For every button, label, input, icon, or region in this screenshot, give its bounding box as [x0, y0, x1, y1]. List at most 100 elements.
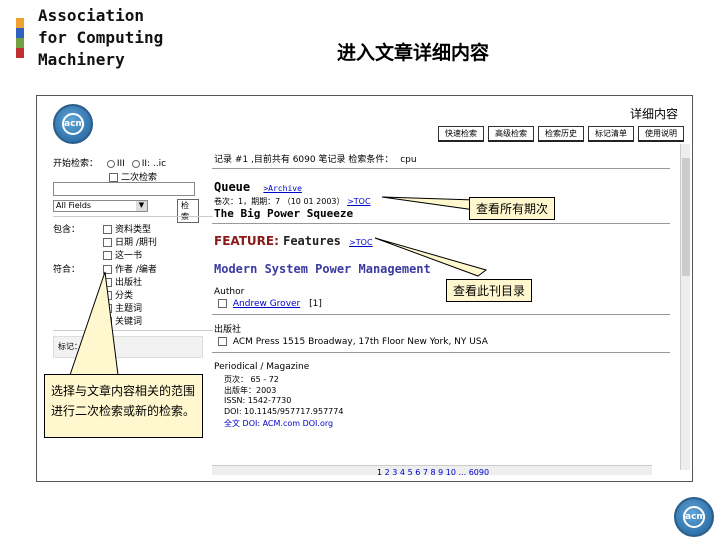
page-link[interactable]: 9: [438, 468, 443, 477]
field-select-value: All Fields: [56, 201, 92, 210]
author-row: Andrew Grover [1]: [218, 299, 322, 309]
include-item-label: 这一书: [115, 251, 143, 261]
second-search-checkbox[interactable]: [109, 173, 118, 182]
radio-option-a[interactable]: [106, 159, 115, 168]
match-item-label: 分类: [115, 291, 134, 301]
page-link[interactable]: 5: [408, 468, 413, 477]
feature-label: FEATURE:: [214, 234, 279, 248]
publisher-value: ACM Press 1515 Broadway, 17th Floor New …: [232, 337, 488, 347]
divider: [53, 216, 213, 217]
divider: [53, 330, 213, 331]
vertical-scrollbar[interactable]: [680, 144, 690, 470]
org-line: Association: [38, 6, 144, 25]
author-link[interactable]: Andrew Grover: [233, 299, 300, 309]
page-link[interactable]: 10: [446, 468, 456, 477]
page-link[interactable]: 8: [430, 468, 435, 477]
publisher-row: ACM Press 1515 Broadway, 17th Floor New …: [218, 337, 488, 347]
match-checkbox[interactable]: [103, 317, 112, 326]
tab-advanced-search[interactable]: 高级检索: [488, 126, 534, 142]
periodical-label: Periodical / Magazine: [214, 362, 310, 372]
callout-all-issues: 查看所有期次: [469, 197, 556, 220]
left-search-panel: 开始检索： III II: ..ic 二次检索 All Fields ▼ 检索 …: [51, 154, 213, 384]
include-item: 日期 /期刊: [103, 235, 157, 248]
org-line: for Computing: [38, 28, 164, 47]
full-text-line[interactable]: 全文 DOI: ACM.com DOI.org: [224, 418, 333, 429]
page-link-last[interactable]: 6090: [469, 468, 489, 477]
doi-line: DOI: 10.1145/957717.957774: [224, 407, 344, 416]
page-link[interactable]: 2: [385, 468, 390, 477]
acm-logo-icon: acm: [674, 497, 714, 537]
logo-text: acm: [62, 113, 85, 135]
tab-search-history[interactable]: 检索历史: [538, 126, 584, 142]
search-input[interactable]: [53, 182, 195, 196]
match-item: 主题词: [103, 301, 142, 314]
pages-line: 页次： 65 - 72: [224, 375, 279, 384]
match-checkbox[interactable]: [103, 291, 112, 300]
divider: [212, 352, 670, 353]
page-link[interactable]: 7: [423, 468, 428, 477]
include-label: 包含：: [53, 225, 81, 235]
tab-marked-list[interactable]: 标记清单: [588, 126, 634, 142]
org-line: Machinery: [38, 50, 125, 69]
match-item: 分类: [103, 288, 133, 301]
journal-name: Queue: [214, 180, 251, 194]
toc-link[interactable]: >TOC: [347, 197, 370, 206]
chevron-down-icon: ▼: [136, 201, 147, 211]
stripe-segment: [16, 28, 24, 38]
include-checkbox[interactable]: [103, 251, 112, 260]
detail-heading: 详细内容: [629, 107, 678, 121]
record-detail: 记录 #1 ,目前共有 6090 笔记录 检索条件： cpu Queue >Ar…: [212, 150, 677, 460]
include-checkbox[interactable]: [103, 238, 112, 247]
match-item: 关键词: [103, 314, 142, 327]
author-label: Author: [214, 287, 245, 297]
match-label: 符合：: [53, 265, 81, 275]
feature-toc-link[interactable]: >TOC: [349, 238, 372, 247]
publisher-checkbox[interactable]: [218, 337, 227, 346]
start-search-row: 开始检索： III II: ..ic: [53, 156, 166, 169]
issue-line: 卷次：1，期期：7 （10 01 2003） >TOC: [214, 196, 371, 207]
archive-link[interactable]: >Archive: [263, 184, 302, 193]
author-checkbox[interactable]: [218, 299, 227, 308]
mark-label: 标记：: [58, 342, 82, 351]
field-select[interactable]: All Fields ▼: [53, 200, 148, 212]
article-title: The Big Power Squeeze: [214, 207, 354, 220]
include-checkbox[interactable]: [103, 225, 112, 234]
page-link[interactable]: 1: [377, 468, 382, 477]
include-item-label: 日期 /期刊: [115, 238, 157, 248]
tab-help[interactable]: 使用说明: [638, 126, 684, 142]
callout-toc: 查看此刊目录: [446, 279, 533, 302]
feature-line: FEATURE: Features >TOC: [214, 234, 373, 248]
divider: [212, 223, 670, 224]
publisher-label: 出版社: [214, 325, 242, 335]
issn-line: ISSN: 1542-7730: [224, 396, 292, 405]
search-button[interactable]: 检索: [177, 199, 199, 223]
match-checkbox[interactable]: [103, 265, 112, 274]
tab-quick-search[interactable]: 快速检索: [438, 126, 484, 142]
feature-value: Features: [283, 234, 341, 248]
page-link[interactable]: 6: [415, 468, 420, 477]
result-summary: 记录 #1 ,目前共有 6090 笔记录 检索条件：: [214, 155, 394, 165]
page-link[interactable]: 4: [400, 468, 405, 477]
stripe-segment: [16, 38, 24, 48]
page-link[interactable]: 3: [392, 468, 397, 477]
include-item: 这一书: [103, 248, 142, 261]
match-checkbox[interactable]: [103, 278, 112, 287]
divider: [212, 314, 670, 315]
year-line: 出版年：2003: [224, 386, 277, 395]
acm-logo-icon[interactable]: acm: [53, 104, 93, 144]
match-checkbox[interactable]: [103, 304, 112, 313]
toolbar: 快速检索 高级检索 检索历史 标记清单 使用说明: [438, 126, 684, 142]
result-line: 记录 #1 ,目前共有 6090 笔记录 检索条件： cpu: [214, 152, 417, 165]
scroll-thumb[interactable]: [682, 158, 690, 276]
radio-option-b[interactable]: [131, 159, 140, 168]
organization-name: Association for Computing Machinery: [38, 5, 163, 71]
callout-refine: 选择与文章内容相关的范围进行二次检索或新的检索。: [44, 374, 203, 438]
include-item: 资料类型: [103, 222, 151, 235]
radio-a-label: III: [116, 159, 125, 169]
match-item: 出版社: [103, 275, 142, 288]
journal-title: Queue >Archive: [214, 180, 302, 194]
author-index: [1]: [309, 299, 322, 309]
logo-text: acm: [683, 506, 706, 528]
match-item: 作者 /编者: [103, 262, 157, 275]
page-ellipsis: ...: [458, 468, 467, 477]
